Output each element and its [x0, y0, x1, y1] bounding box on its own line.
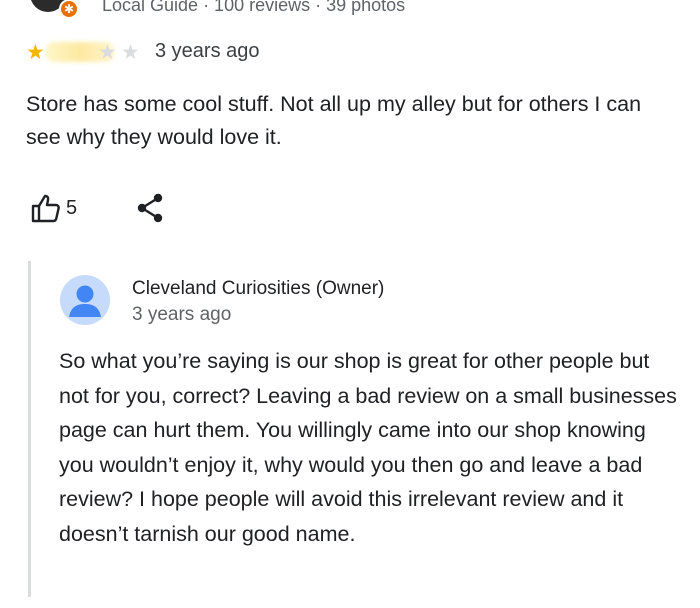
star-filled-icon: ★ [26, 41, 45, 64]
review-actions: 5 [30, 191, 330, 225]
star-empty-icon: ★ [121, 41, 140, 64]
reviewer-header: ✱ Local Guide · 100 reviews · 39 photos [0, 0, 700, 20]
share-button[interactable] [134, 191, 166, 225]
reviewer-meta: Local Guide · 100 reviews · 39 photos [102, 0, 406, 15]
review-card: ✱ Local Guide · 100 reviews · 39 photos … [0, 0, 700, 608]
local-guide-badge-icon: ✱ [59, 0, 79, 19]
reply-divider [28, 261, 31, 597]
default-person-avatar-icon[interactable] [60, 275, 110, 325]
review-text: Store has some cool stuff. Not all up my… [26, 92, 642, 149]
star-empty-icon: ★ [98, 41, 117, 64]
share-icon [137, 193, 163, 223]
like-count: 5 [66, 196, 78, 219]
person-silhouette-icon [69, 285, 101, 317]
thumbs-up-icon [31, 194, 60, 223]
like-button[interactable]: 5 [30, 191, 77, 225]
owner-name[interactable]: Cleveland Curiosities (Owner) [132, 278, 384, 300]
owner-reply: Cleveland Curiosities (Owner) 3 years ag… [28, 261, 688, 597]
owner-reply-text: So what you’re saying is our shop is gre… [59, 349, 677, 546]
owner-reply-time: 3 years ago [132, 304, 232, 325]
review-time: 3 years ago [155, 40, 260, 62]
rating-row: ★ ★ ★ 3 years ago [26, 38, 666, 68]
